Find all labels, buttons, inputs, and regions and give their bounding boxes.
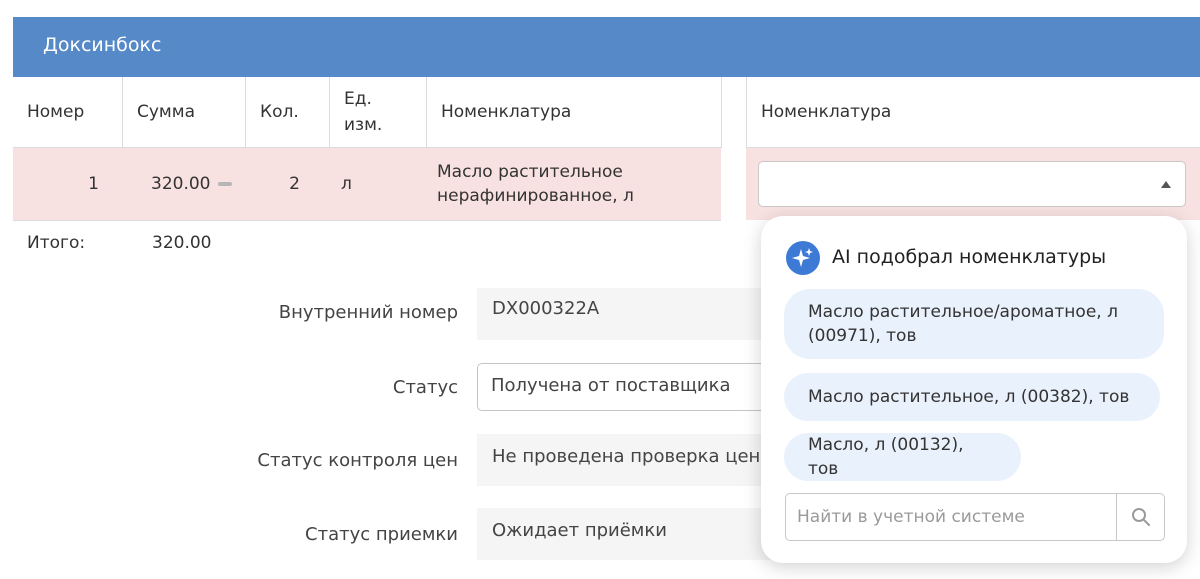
- col-header-nomenclature-match: Номенклатура: [746, 77, 1200, 148]
- acceptance-label: Статус приемки: [305, 524, 458, 545]
- row-number: 1: [88, 174, 99, 194]
- search-box: [785, 493, 1165, 541]
- price-control-label: Статус контроля цен: [257, 450, 458, 471]
- table-row[interactable]: 1 320.00 2 л Масло растительное нерафини…: [13, 148, 721, 221]
- internal-number-field: DX000322A: [477, 288, 777, 340]
- total-label: Итого:: [27, 233, 86, 253]
- col-header-nomenclature: Номенклатура: [427, 77, 722, 148]
- row-qty: 2: [289, 174, 300, 194]
- col-header-qty: Кол.: [246, 77, 330, 148]
- status-select[interactable]: Получена от поставщика: [477, 363, 777, 411]
- search-input[interactable]: [786, 494, 1116, 540]
- row-sum-cell: 320.00: [151, 148, 261, 220]
- row-sum: 320.00: [151, 174, 211, 194]
- app-header: Доксинбокс: [13, 17, 1200, 77]
- col-header-number: Номер: [13, 77, 123, 148]
- row-unit: л: [341, 174, 352, 194]
- search-button[interactable]: [1116, 494, 1164, 540]
- ai-suggestions-popup: AI подобрал номенклатуры Масло раститель…: [761, 216, 1187, 563]
- row-nomenclature: Масло растительное нерафинированное, л: [437, 162, 634, 206]
- col-header-unit: Ед. изм.: [330, 77, 427, 148]
- internal-number-label: Внутренний номер: [278, 302, 458, 323]
- col-header-sum: Сумма: [123, 77, 246, 148]
- status-label: Статус: [392, 377, 458, 398]
- suggestion-chip[interactable]: Масло растительное/ароматное, л (00971),…: [784, 289, 1164, 359]
- suggestion-chip[interactable]: Масло растительное, л (00382), тов: [784, 373, 1160, 421]
- popup-title: AI подобрал номенклатуры: [832, 246, 1107, 268]
- search-icon: [1131, 508, 1150, 526]
- caret-up-icon[interactable]: [1161, 181, 1171, 188]
- header-title: Доксинбокс: [43, 34, 162, 56]
- total-value: 320.00: [152, 233, 212, 253]
- acceptance-field: Ожидает приёмки: [477, 508, 777, 560]
- nomenclature-select[interactable]: [758, 161, 1186, 207]
- price-control-field: Не проведена проверка цен: [477, 434, 777, 486]
- minus-icon: [218, 182, 233, 186]
- suggestion-chip[interactable]: Масло, л (00132), тов: [784, 433, 1021, 481]
- sparkle-icon: [786, 241, 820, 275]
